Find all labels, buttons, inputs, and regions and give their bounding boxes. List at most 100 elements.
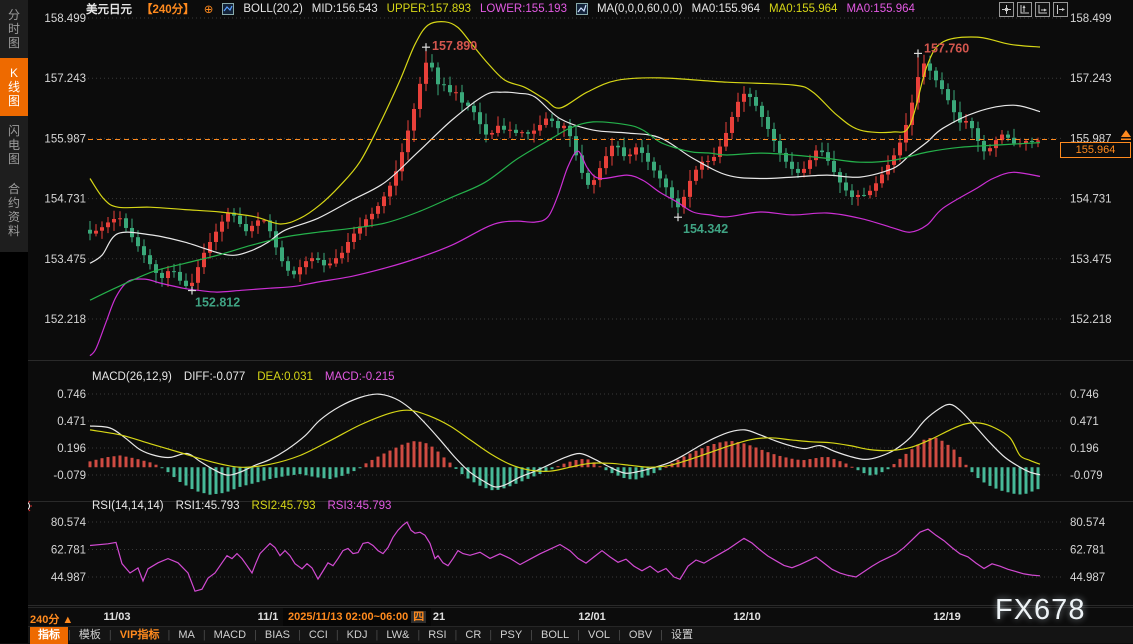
price-axis-label: 153.475 <box>1070 254 1112 266</box>
rsi-axis-label: 62.781 <box>1070 544 1105 556</box>
timeframe-arrow-icon: ▲ <box>62 614 73 626</box>
sidebar-item-char: 线 <box>0 80 28 94</box>
period-label: 【240分】 <box>141 1 195 17</box>
crosshair-date-tooltip: 2025/11/13 02:00~06:00四 <box>283 608 431 627</box>
toolbar-item-CR[interactable]: CR <box>457 627 489 644</box>
pan-right-icon[interactable] <box>1053 2 1068 17</box>
toolbar-item-LW&[interactable]: LW& <box>378 627 417 644</box>
ma0-yellow-value: MA0:155.964 <box>769 3 837 15</box>
time-label: 12/19 <box>933 611 961 623</box>
axis-zoom-out-icon[interactable] <box>1035 2 1050 17</box>
price-annotation: 157.760 <box>924 41 969 55</box>
sidebar-item-char: 图 <box>0 94 28 108</box>
ma-indicator-icon <box>576 3 588 15</box>
price-annotation: 154.342 <box>683 222 728 236</box>
timeframe-selector[interactable]: 240分 ▲ <box>30 611 73 627</box>
rsi-axis-label: 44.987 <box>1070 572 1105 584</box>
macd-label: MACD(26,12,9) <box>92 371 172 383</box>
tooltip-weekday: 四 <box>411 611 426 623</box>
price-axis-label: 158.499 <box>1070 13 1112 25</box>
price-axis-label: 158.499 <box>44 13 86 25</box>
rsi-panel-header: RSI(14,14,14) RSI1:45.793 RSI2:45.793 RS… <box>92 500 391 512</box>
sidebar-item-char: 合 <box>0 182 28 196</box>
price-axis-label: 157.243 <box>1070 73 1112 85</box>
ma-label: MA(0,0,0,60,0,0) <box>597 3 683 15</box>
time-axis: 240分 ▲ 11/0311/12112/0112/1012/19 2025/1… <box>0 607 1133 627</box>
macd-axis-label: -0.079 <box>53 470 86 482</box>
time-label: 11/1 <box>258 611 279 623</box>
sidebar-item-3[interactable]: 闪电图 <box>0 116 28 174</box>
price-annotation: 152.812 <box>195 296 240 310</box>
sidebar-item-char: 电 <box>0 138 28 152</box>
sidebar-item-char: 约 <box>0 196 28 210</box>
sidebar-item-4[interactable]: 合约资料 <box>0 174 28 246</box>
rsi-label: RSI(14,14,14) <box>92 500 164 512</box>
sidebar-item-2[interactable]: K线图 <box>0 58 28 116</box>
time-label: 11/03 <box>104 611 131 623</box>
macd-axis-label: -0.079 <box>1070 470 1103 482</box>
toolbar-item-OBV[interactable]: OBV <box>621 627 660 644</box>
price-axis-label: 155.987 <box>44 133 86 145</box>
toolbar-item-RSI[interactable]: RSI <box>420 627 454 644</box>
sidebar-item-char: 分 <box>0 8 28 22</box>
rsi3-value: RSI3:45.793 <box>327 500 391 512</box>
toolbar-item-VOL[interactable]: VOL <box>580 627 618 644</box>
time-label: 12/01 <box>578 611 606 623</box>
tooltip-datetime: 2025/11/13 02:00~06:00 <box>288 611 408 623</box>
timeframe-label: 240分 <box>30 614 59 626</box>
chart-header: 美元日元 【240分】 ⊕ BOLL(20,2) MID:156.543 UPP… <box>86 1 915 17</box>
current-price-box: 155.964 <box>1060 142 1131 158</box>
rsi1-value: RSI1:45.793 <box>176 500 240 512</box>
toolbar-item-模板[interactable]: 模板 <box>71 627 109 644</box>
trading-app-window: { "window":{"watermark":"FX678"}, "sideb… <box>0 0 1133 643</box>
sidebar-item-char: 闪 <box>0 124 28 138</box>
sidebar-item-char: 料 <box>0 224 28 238</box>
sidebar: 分时图K线图闪电图合约资料 <box>0 0 28 643</box>
price-axis-label: 154.731 <box>1070 194 1112 206</box>
crosshair-icon[interactable] <box>999 2 1014 17</box>
toolbar-item-PSY[interactable]: PSY <box>492 627 530 644</box>
toolbar-item-MA[interactable]: MA <box>170 627 203 644</box>
watermark: FX678 <box>995 594 1085 627</box>
toolbar-item-设置[interactable]: 设置 <box>663 627 701 644</box>
toolbar-item-BIAS[interactable]: BIAS <box>257 627 298 644</box>
toolbar-item-VIP指标[interactable]: VIP指标 <box>112 627 168 644</box>
rsi-axis-label: 80.574 <box>51 517 87 529</box>
toolbar-item-CCI[interactable]: CCI <box>301 627 336 644</box>
symbol-title: 美元日元 <box>86 1 132 17</box>
toolbar-item-KDJ[interactable]: KDJ <box>339 627 376 644</box>
macd-axis-label: 0.196 <box>57 443 86 455</box>
boll-upper-value: UPPER:157.893 <box>387 3 471 15</box>
boll-lower-value: LOWER:155.193 <box>480 3 567 15</box>
chart-canvas[interactable]: 158.499158.499157.243157.243155.987155.9… <box>0 0 1133 643</box>
ma0-white-value: MA0:155.964 <box>692 3 760 15</box>
toolbar-item-指标[interactable]: 指标 <box>30 627 68 644</box>
macd-axis-label: 0.471 <box>57 416 86 428</box>
rsi-axis-label: 62.781 <box>51 544 86 556</box>
price-marker-icon <box>1121 130 1131 137</box>
sidebar-item-char: K <box>0 66 28 80</box>
price-axis-label: 153.475 <box>44 254 86 266</box>
sidebar-items: 分时图K线图闪电图合约资料 <box>0 0 28 252</box>
macd-axis-label: 0.746 <box>57 389 86 401</box>
toolbar-item-BOLL[interactable]: BOLL <box>533 627 577 644</box>
price-annotation: 157.890 <box>432 39 477 53</box>
sidebar-item-char: 资 <box>0 210 28 224</box>
sidebar-item-1[interactable]: 分时图 <box>0 0 28 58</box>
macd-value: MACD:-0.215 <box>325 371 395 383</box>
price-axis-label: 152.218 <box>44 314 86 326</box>
macd-axis-label: 0.471 <box>1070 416 1099 428</box>
price-axis-label: 152.218 <box>1070 314 1112 326</box>
boll-indicator-icon <box>222 3 234 15</box>
axis-zoom-in-icon[interactable] <box>1017 2 1032 17</box>
macd-dea-value: DEA:0.031 <box>257 371 313 383</box>
macd-diff-value: DIFF:-0.077 <box>184 371 245 383</box>
time-label: 12/10 <box>733 611 761 623</box>
rsi-axis-label: 44.987 <box>51 572 86 584</box>
price-axis-label: 154.731 <box>44 194 86 206</box>
toolbar-item-MACD[interactable]: MACD <box>206 627 254 644</box>
add-circle-icon[interactable]: ⊕ <box>204 2 214 16</box>
macd-panel-header: MACD(26,12,9) DIFF:-0.077 DEA:0.031 MACD… <box>92 371 395 383</box>
sidebar-item-char: 图 <box>0 152 28 166</box>
bottom-toolbar: 指标|模板|VIP指标|MA|MACD|BIAS|CCI|KDJ|LW&|RSI… <box>0 626 1133 643</box>
